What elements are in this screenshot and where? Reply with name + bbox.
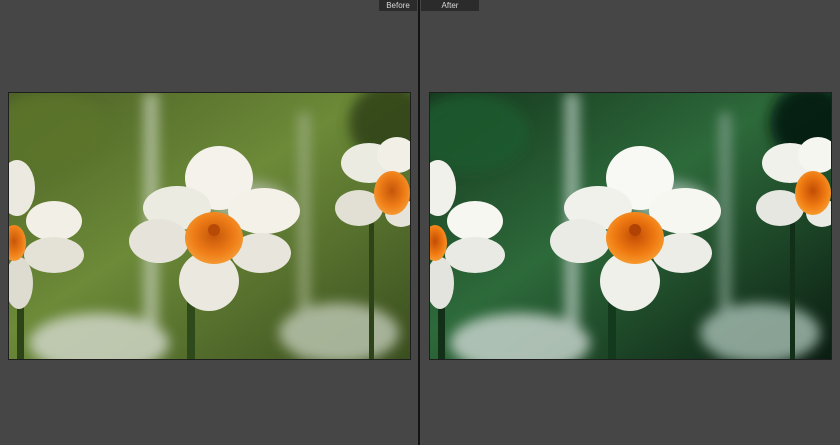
after-photo[interactable] <box>429 92 832 360</box>
before-after-compare-view: Before After <box>0 0 840 445</box>
after-photo-image <box>430 93 831 359</box>
before-label: Before <box>379 0 417 11</box>
before-pane[interactable]: Before <box>0 0 418 445</box>
after-label: After <box>421 0 479 11</box>
before-photo[interactable] <box>8 92 411 360</box>
before-photo-image <box>9 93 410 359</box>
after-pane[interactable]: After <box>420 0 840 445</box>
